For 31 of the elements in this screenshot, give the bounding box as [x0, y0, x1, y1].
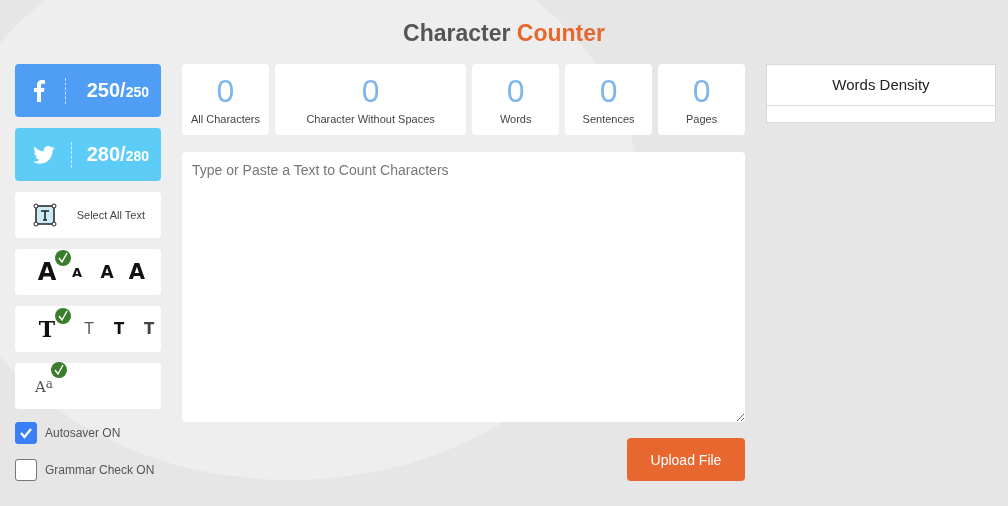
bird-icon [33, 145, 55, 164]
font-weight-option[interactable]: T [137, 321, 161, 337]
stat-value: 0 [216, 74, 235, 107]
checkbox-label: Autosaver ON [45, 426, 121, 440]
checkbox[interactable] [15, 422, 37, 444]
text-input-field[interactable]: Type or Paste a Text to Count Characters [182, 152, 745, 422]
font-size-option[interactable]: A [35, 260, 59, 284]
stat-value: 0 [361, 74, 380, 107]
stat-label: Pages [685, 112, 718, 125]
font-weight-option[interactable]: T [77, 321, 101, 337]
font-size-option[interactable]: A [125, 261, 149, 283]
case-toggle[interactable]: A$^{a}$ [35, 377, 53, 395]
stat-label: Sentences [582, 112, 635, 125]
stat-value: 0 [599, 74, 618, 107]
text-select-icon [33, 203, 57, 227]
stat-label: Words [499, 112, 532, 125]
stat-label: Character Without Spaces [306, 112, 435, 125]
select-all-button[interactable]: Select All Text [15, 192, 161, 238]
font-size-option[interactable]: A [65, 265, 89, 279]
stat-value: 0 [506, 74, 525, 107]
font-size-option[interactable]: A [95, 263, 119, 281]
checkbox[interactable] [15, 459, 37, 481]
title-accent: Counter [516, 20, 605, 46]
facebook-icon [33, 79, 45, 102]
font-weight-option[interactable]: T [107, 321, 131, 337]
stat-label: All Characters [190, 112, 260, 125]
stat-value: 0 [692, 74, 711, 107]
density-title: Words Density [767, 65, 995, 106]
checkbox-label: Grammar Check ON [45, 463, 155, 477]
font-weight-option[interactable]: T [35, 318, 59, 340]
title-text: Character [403, 20, 511, 46]
